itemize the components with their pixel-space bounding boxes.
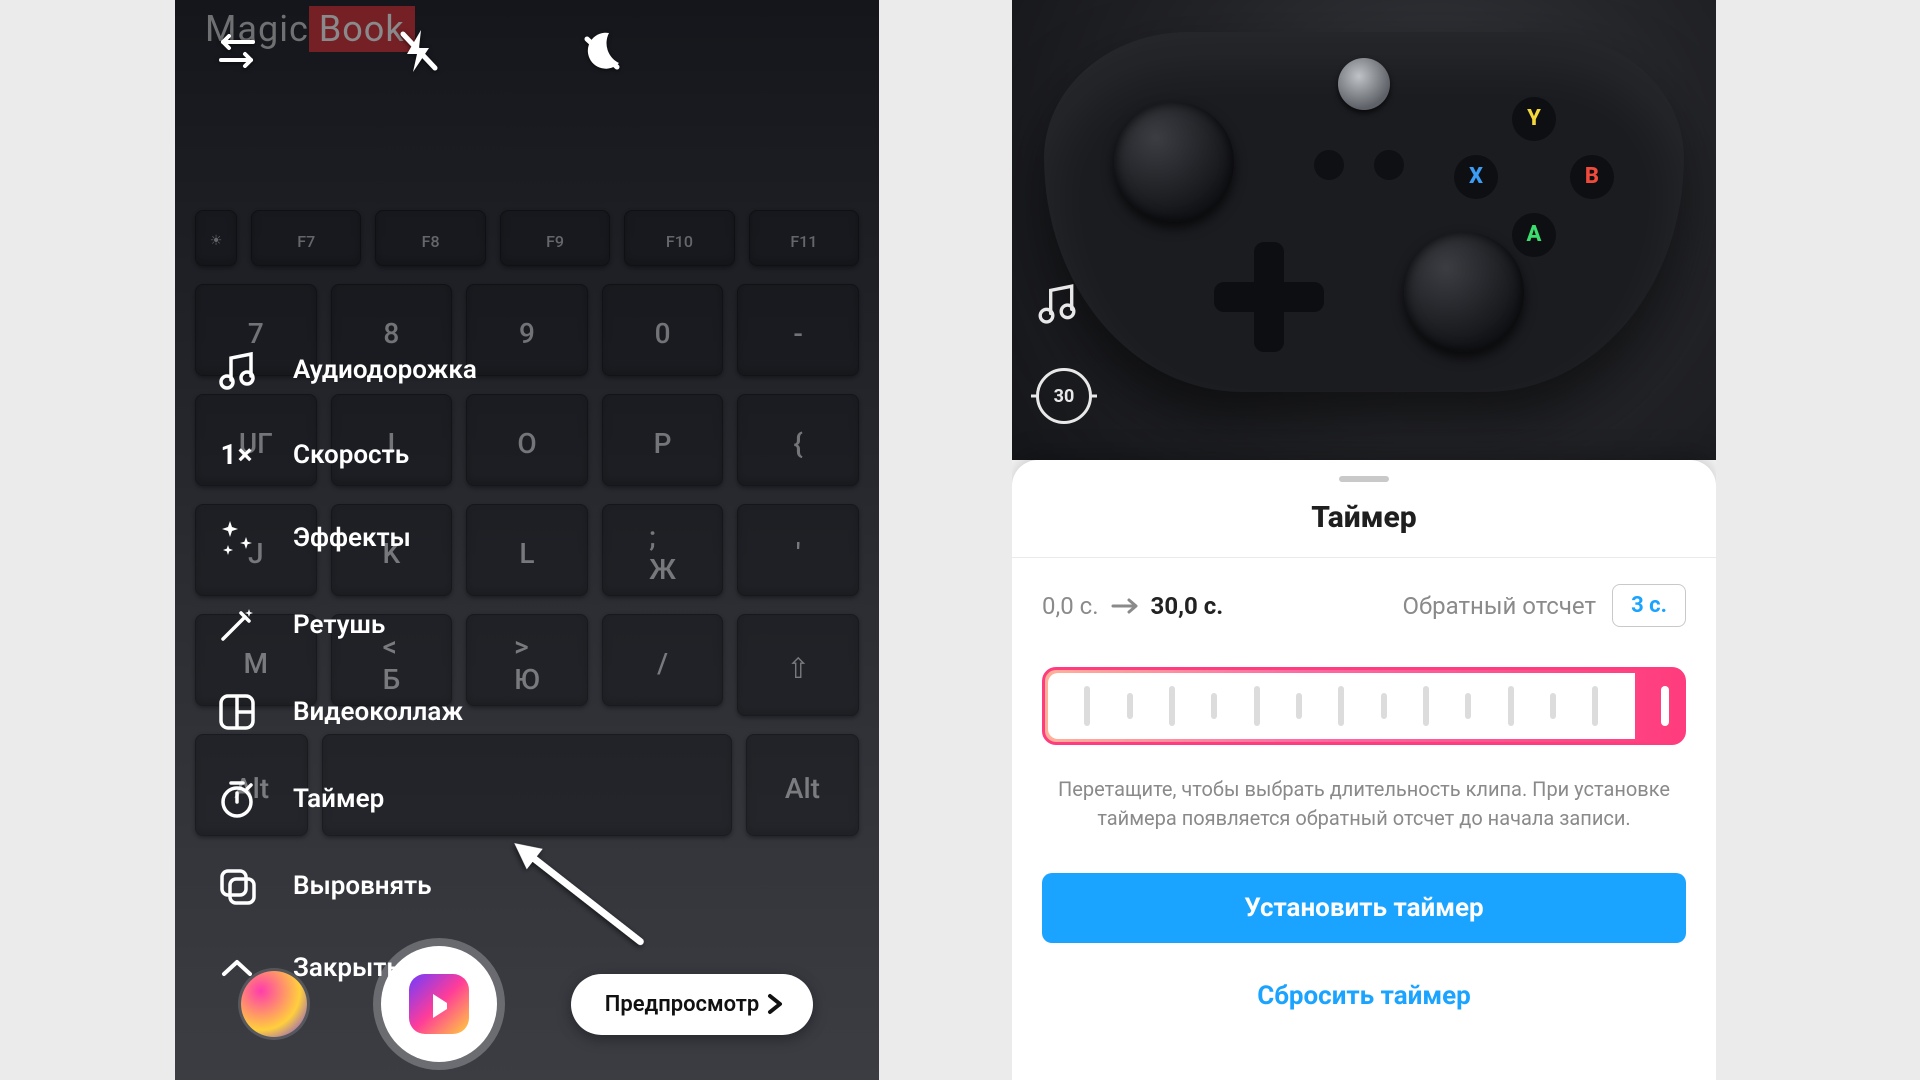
duration-badge[interactable]: 30: [1036, 368, 1092, 424]
countdown-chip[interactable]: 3 с.: [1612, 584, 1686, 627]
range-to: 30,0 с.: [1151, 592, 1224, 620]
arrow-right-icon: [1111, 597, 1139, 615]
countdown-label: Обратный отсчет: [1403, 592, 1597, 620]
swap-camera-icon[interactable]: [215, 32, 259, 74]
camera-bottom-bar: Предпросмотр: [175, 946, 879, 1062]
tool-audio[interactable]: Аудиодорожка: [215, 350, 477, 390]
wand-icon: [215, 605, 259, 645]
tool-align-label: Выровнять: [293, 871, 432, 901]
sparkles-icon: [215, 519, 259, 557]
night-mode-icon[interactable]: [579, 29, 623, 77]
tool-timer[interactable]: Таймер: [215, 779, 477, 819]
set-timer-button[interactable]: Установить таймер: [1042, 873, 1686, 943]
timer-sheet: Таймер 0,0 с. 30,0 с. Обратный отсчет 3 …: [1012, 460, 1716, 1080]
flash-off-icon[interactable]: [399, 28, 439, 78]
range-from: 0,0 с.: [1042, 592, 1099, 620]
gamepad-graphic: YB AX: [1044, 32, 1684, 392]
shutter-button[interactable]: [381, 946, 497, 1062]
tool-collage[interactable]: Видеоколлаж: [215, 693, 477, 731]
reels-icon: [409, 974, 469, 1034]
tool-retouch[interactable]: Ретушь: [215, 605, 477, 645]
chevron-right-icon: [767, 993, 783, 1015]
slider-track: [1048, 673, 1635, 739]
tool-timer-label: Таймер: [293, 784, 384, 814]
sheet-handle[interactable]: [1339, 476, 1389, 482]
tool-align[interactable]: Выровнять: [215, 867, 477, 905]
music-icon: [215, 350, 259, 390]
slider-thumb[interactable]: [1661, 686, 1669, 726]
duration-slider[interactable]: [1042, 667, 1686, 745]
camera-preview: YB AX 30: [1012, 0, 1716, 460]
preview-button-label: Предпросмотр: [605, 992, 760, 1017]
sheet-title: Таймер: [1012, 500, 1716, 535]
tool-speed[interactable]: 1× Скорость: [215, 438, 477, 471]
align-icon: [215, 867, 259, 905]
tool-collage-label: Видеоколлаж: [293, 697, 463, 727]
tool-effects-label: Эффекты: [293, 523, 411, 553]
timer-screen: YB AX 30 Таймер 0,0 с. 30,0: [1012, 0, 1716, 1080]
collage-icon: [215, 693, 259, 731]
speed-icon: 1×: [215, 438, 259, 471]
tool-list: Аудиодорожка 1× Скорость Эффекты Ретушь: [215, 350, 477, 983]
timer-range-row: 0,0 с. 30,0 с. Обратный отсчет 3 с.: [1012, 558, 1716, 627]
stopwatch-icon: [215, 779, 259, 819]
reset-timer-button[interactable]: Сбросить таймер: [1012, 981, 1716, 1011]
tool-speed-label: Скорость: [293, 440, 409, 470]
tool-effects[interactable]: Эффекты: [215, 519, 477, 557]
gallery-thumbnail[interactable]: [241, 971, 307, 1037]
tool-audio-label: Аудиодорожка: [293, 355, 477, 385]
camera-screen: MagicBook ☀F7F8F9F10F11 7890- UГIOP{ JKL…: [175, 0, 879, 1080]
music-icon[interactable]: [1036, 282, 1092, 328]
slider-help-text: Перетащите, чтобы выбрать длительность к…: [1012, 745, 1716, 833]
preview-button[interactable]: Предпросмотр: [571, 974, 814, 1035]
tool-retouch-label: Ретушь: [293, 610, 385, 640]
